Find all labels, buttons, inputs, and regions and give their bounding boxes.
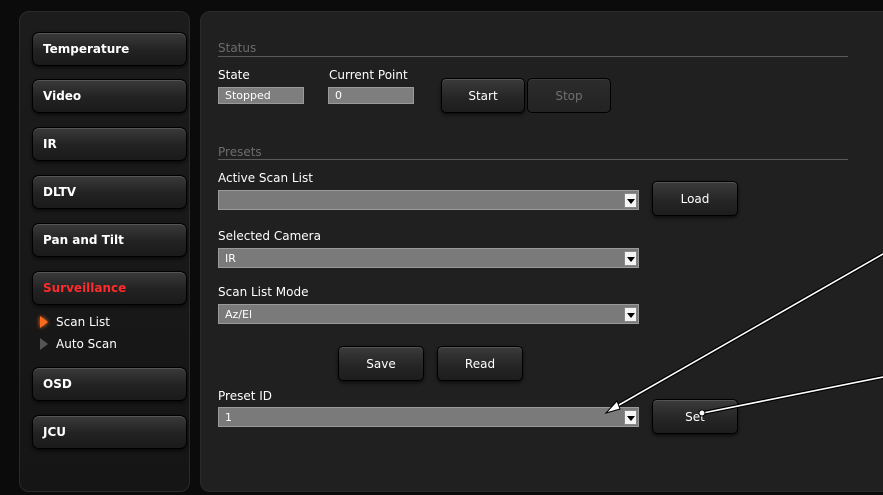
save-button[interactable]: Save	[338, 346, 424, 381]
selected-camera-value: IR	[225, 251, 236, 265]
selected-camera-select[interactable]: IR	[218, 248, 639, 268]
status-section-title: Status	[218, 41, 257, 55]
subnav-auto-scan-label: Auto Scan	[56, 337, 117, 351]
selected-arrow-icon	[40, 316, 48, 328]
nav-temperature-button[interactable]: Temperature	[32, 32, 187, 66]
nav-video-button[interactable]: Video	[32, 79, 187, 113]
current-point-field: 0	[328, 87, 414, 104]
active-scan-list-select[interactable]	[218, 190, 639, 210]
presets-section-title: Presets	[218, 145, 262, 159]
state-field: Stopped	[218, 87, 304, 104]
unselected-arrow-icon	[40, 338, 48, 350]
presets-divider	[218, 159, 848, 160]
active-scan-list-label: Active Scan List	[218, 171, 313, 185]
nav-osd-button[interactable]: OSD	[32, 367, 187, 401]
nav-pan-and-tilt-button[interactable]: Pan and Tilt	[32, 223, 187, 257]
preset-id-label: Preset ID	[218, 389, 273, 403]
preset-id-select[interactable]: 1	[218, 407, 639, 427]
read-button[interactable]: Read	[437, 346, 523, 381]
scan-list-mode-value: Az/El	[225, 307, 253, 321]
subnav-scan-list[interactable]: Scan List	[38, 314, 110, 330]
subnav-auto-scan[interactable]: Auto Scan	[38, 336, 117, 352]
dropdown-arrow-icon[interactable]	[624, 410, 637, 425]
nav-surveillance-button[interactable]: Surveillance	[32, 271, 187, 305]
selected-camera-label: Selected Camera	[218, 229, 321, 243]
state-label: State	[218, 68, 250, 82]
current-point-label: Current Point	[329, 68, 408, 82]
scan-list-mode-select[interactable]: Az/El	[218, 304, 639, 324]
scan-list-mode-label: Scan List Mode	[218, 285, 309, 299]
nav-jcu-button[interactable]: JCU	[32, 415, 187, 449]
set-button[interactable]: Set	[652, 399, 738, 434]
subnav-scan-list-label: Scan List	[56, 315, 110, 329]
dropdown-arrow-icon[interactable]	[624, 307, 637, 322]
dropdown-arrow-icon[interactable]	[624, 193, 637, 208]
nav-ir-button[interactable]: IR	[32, 127, 187, 161]
sidebar: Temperature Video IR DLTV Pan and Tilt S…	[19, 11, 190, 492]
status-divider	[218, 56, 848, 57]
stop-button[interactable]: Stop	[527, 78, 611, 113]
main-panel: Status State Stopped Current Point 0 Sta…	[200, 11, 883, 492]
start-button[interactable]: Start	[441, 78, 525, 113]
preset-id-value: 1	[225, 410, 232, 424]
load-button[interactable]: Load	[652, 181, 738, 216]
nav-dltv-button[interactable]: DLTV	[32, 175, 187, 209]
dropdown-arrow-icon[interactable]	[624, 251, 637, 266]
